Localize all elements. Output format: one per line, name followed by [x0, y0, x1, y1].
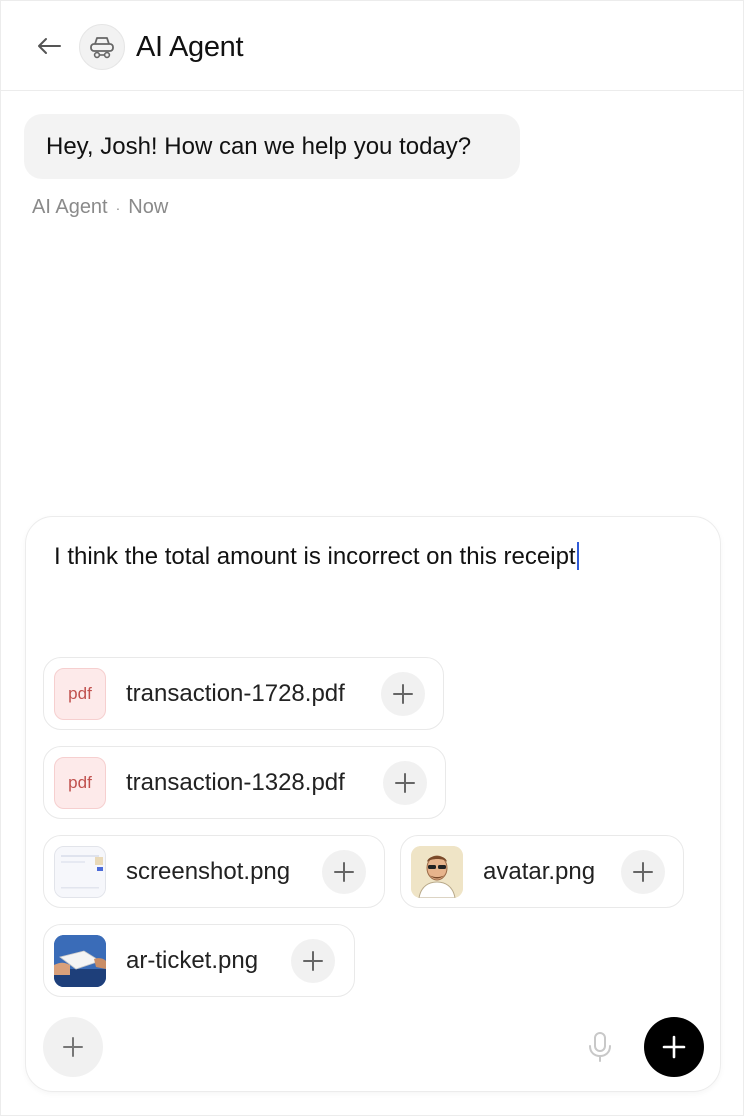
attachment-name: avatar.png	[483, 857, 596, 885]
attachment-add-button[interactable]	[322, 850, 366, 894]
attachment-add-button[interactable]	[291, 939, 335, 983]
plus-icon	[303, 951, 323, 971]
attachment-chip[interactable]: ar-ticket.png	[43, 924, 355, 997]
image-thumbnail	[54, 934, 106, 987]
message-composer: I think the total amount is incorrect on…	[25, 516, 721, 1092]
add-attachment-button[interactable]	[43, 1017, 103, 1077]
back-button[interactable]	[31, 30, 67, 62]
screenshot-thumbnail-icon	[55, 846, 105, 897]
attachment-chip[interactable]: pdf transaction-1728.pdf	[43, 657, 444, 730]
plus-icon	[633, 862, 653, 882]
app-frame: AI Agent Hey, Josh! How can we help you …	[0, 0, 744, 1116]
plus-icon	[393, 684, 413, 704]
attachment-add-button[interactable]	[381, 672, 425, 716]
attachment-name: transaction-1728.pdf	[126, 679, 345, 707]
attachment-name: screenshot.png	[126, 857, 291, 885]
agent-avatar	[79, 24, 125, 70]
plus-icon	[63, 1037, 83, 1057]
message-text: Hey, Josh! How can we help you today?	[46, 132, 472, 160]
attachment-add-button[interactable]	[621, 850, 665, 894]
message-meta: AI Agent · Now	[32, 196, 168, 219]
text-caret	[576, 542, 579, 570]
microphone-icon	[589, 1032, 611, 1062]
attachment-chip[interactable]: screenshot.png	[43, 835, 385, 908]
pdf-file-icon: pdf	[54, 667, 106, 720]
message-time: Now	[128, 196, 169, 218]
image-thumbnail	[411, 845, 463, 898]
arrow-left-icon	[38, 38, 61, 54]
agent-message-bubble: Hey, Josh! How can we help you today?	[24, 114, 520, 179]
pdf-file-icon: pdf	[54, 756, 106, 809]
file-badge: pdf	[68, 683, 92, 703]
attachment-name: ar-ticket.png	[126, 946, 259, 974]
ticket-thumbnail-icon	[54, 934, 106, 987]
attachment-name: transaction-1328.pdf	[126, 768, 345, 796]
plus-icon	[662, 1035, 686, 1059]
attachment-chip[interactable]: avatar.png	[400, 835, 684, 908]
attachment-add-button[interactable]	[383, 761, 427, 805]
chat-header: AI Agent	[1, 1, 744, 91]
image-thumbnail	[54, 845, 106, 898]
plus-icon	[395, 773, 415, 793]
page-title: AI Agent	[136, 31, 244, 63]
avatar-thumbnail-icon	[411, 845, 463, 898]
message-input-value: I think the total amount is incorrect on…	[54, 543, 576, 570]
agent-robot-icon	[90, 37, 114, 59]
plus-icon	[334, 862, 354, 882]
message-input[interactable]: I think the total amount is incorrect on…	[54, 541, 579, 573]
send-button[interactable]	[644, 1017, 704, 1077]
message-sender: AI Agent	[32, 196, 108, 218]
meta-separator: ·	[115, 199, 121, 216]
file-badge: pdf	[68, 772, 92, 792]
attachment-chip[interactable]: pdf transaction-1328.pdf	[43, 746, 446, 819]
microphone-button[interactable]	[584, 1029, 616, 1065]
